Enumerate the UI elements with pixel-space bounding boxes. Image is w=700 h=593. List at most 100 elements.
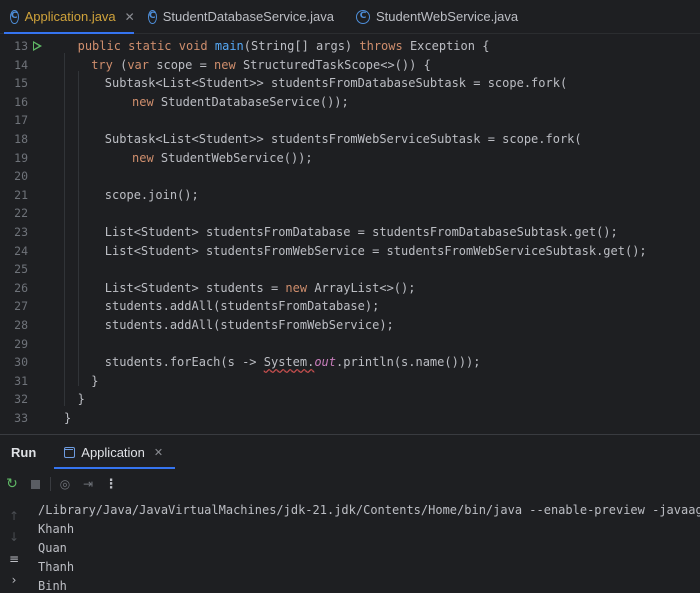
line-number: 18 — [14, 132, 28, 146]
code-token: StructuredTaskScope<>()) { — [235, 57, 431, 72]
line-number: 13 — [14, 39, 28, 53]
code-line[interactable]: 19 new StudentWebService()); — [0, 149, 700, 168]
code-token: main — [214, 39, 244, 53]
code-line[interactable]: 28 students.addAll(studentsFromWebService… — [0, 316, 700, 335]
line-number: 33 — [14, 411, 28, 425]
code-line[interactable]: 16 new StudentDatabaseService()); — [0, 93, 700, 112]
code-line[interactable]: 32} — [0, 390, 700, 409]
tab-application-java[interactable]: C Application.java ✕ — [0, 0, 138, 34]
run-gutter-icon[interactable] — [33, 41, 42, 51]
code-line[interactable]: 15 Subtask<List<Student>> studentsFromDat… — [0, 74, 700, 93]
more-vertical-icon[interactable]: ⋮ — [102, 475, 120, 493]
code-text: List<Student> students = new ArrayList<>… — [105, 279, 416, 298]
code-token: new — [214, 57, 236, 72]
code-token: throws — [359, 39, 403, 53]
run-header: Run Application ✕ — [0, 435, 700, 469]
close-icon[interactable]: ✕ — [125, 10, 135, 24]
code-line[interactable]: 22 — [0, 204, 700, 223]
code-line[interactable]: 23 List<Student> studentsFromDatabase = s… — [0, 223, 700, 242]
console-output[interactable]: /Library/Java/JavaVirtualMachines/jdk-21… — [38, 501, 700, 593]
code-token: Exception { — [402, 39, 490, 53]
java-class-icon: C — [148, 9, 157, 24]
code-line[interactable]: 18 Subtask<List<Student>> studentsFromWeb… — [0, 130, 700, 149]
code-text: new StudentDatabaseService()); — [132, 93, 349, 112]
code-token: new — [132, 150, 154, 165]
console-output-line: Khanh — [38, 522, 75, 536]
code-token: Subtask<List<Student>> studentsFromDatab… — [104, 76, 568, 91]
code-text: } — [78, 390, 85, 409]
code-token: List<Student> students = — [104, 280, 286, 295]
code-line[interactable]: 31} — [0, 372, 700, 391]
code-token: System. — [263, 355, 315, 370]
line-number: 20 — [14, 169, 28, 184]
tab-label: StudentWebService.java — [376, 9, 519, 24]
line-number: 15 — [14, 76, 28, 91]
code-token: new — [132, 94, 154, 109]
camera-icon[interactable]: ◎ — [56, 475, 74, 493]
arrow-up-icon[interactable]: ↑ — [6, 509, 22, 523]
code-token: students.addAll(studentsFromWebService); — [104, 318, 394, 332]
editor-tab-bar: C Application.java ✕ C StudentDatabaseSe… — [0, 0, 700, 34]
console-output-line: Binh — [38, 579, 67, 593]
tab-student-database-service[interactable]: C StudentDatabaseService.java — [138, 0, 346, 33]
tab-student-web-service[interactable]: C StudentWebService.java — [346, 0, 546, 33]
code-line[interactable]: 29 — [0, 335, 700, 354]
run-panel-title: Run — [11, 444, 37, 460]
code-token: public static void — [77, 39, 215, 53]
close-icon[interactable]: ✕ — [154, 446, 163, 459]
code-token: students.forEach(s -> — [104, 355, 264, 370]
code-line[interactable]: 17 — [0, 111, 700, 130]
line-number: 14 — [14, 57, 28, 72]
rerun-icon[interactable]: ↻ — [3, 475, 21, 493]
code-line[interactable]: 27 students.addAll(studentsFromDatabase); — [0, 297, 700, 316]
code-token: } — [64, 411, 72, 425]
console-command-line: /Library/Java/JavaVirtualMachines/jdk-21… — [38, 503, 700, 517]
code-text: new StudentWebService()); — [132, 149, 313, 168]
run-tab-application[interactable]: Application ✕ — [54, 435, 175, 469]
line-number: 21 — [14, 187, 28, 202]
code-text: Subtask<List<Student>> studentsFromWebSe… — [105, 130, 582, 149]
stop-icon[interactable] — [26, 475, 44, 493]
code-line[interactable]: 33} — [0, 409, 700, 428]
code-text: } — [64, 409, 71, 428]
code-line[interactable]: 30 students.forEach(s -> System.out.print… — [0, 353, 700, 372]
code-text: scope.join(); — [105, 186, 199, 205]
code-line[interactable]: 21 scope.join(); — [0, 186, 700, 205]
console-output-line: Quan — [38, 541, 67, 555]
code-editor[interactable]: 13 public static void main(String[] args)… — [0, 34, 700, 434]
code-token: scope.join(); — [104, 187, 199, 202]
tab-label: Application.java — [24, 9, 116, 24]
line-number: 32 — [14, 392, 28, 407]
exit-icon[interactable]: ⇥ — [79, 475, 97, 493]
soft-wrap-icon[interactable]: ≡ — [6, 552, 22, 566]
code-text: List<Student> studentsFromWebService = s… — [105, 242, 647, 261]
line-number: 22 — [14, 206, 28, 221]
code-line[interactable]: 26 List<Student> students = new ArrayList… — [0, 279, 700, 298]
code-line[interactable]: 14 try (var scope = new StructuredTaskSco… — [0, 56, 700, 75]
code-text: } — [91, 372, 98, 391]
line-number: 29 — [14, 336, 28, 351]
code-line[interactable]: 20 — [0, 167, 700, 186]
line-number: 19 — [14, 150, 28, 165]
tab-label: StudentDatabaseService.java — [162, 9, 334, 24]
line-number: 26 — [14, 280, 28, 295]
toolbar-divider — [50, 477, 51, 491]
code-text: students.addAll(studentsFromWebService); — [105, 316, 394, 335]
code-text: List<Student> studentsFromDatabase = stu… — [105, 223, 618, 242]
java-class-icon: C — [356, 9, 370, 24]
chevron-right-icon[interactable]: › — [6, 573, 22, 587]
code-token: } — [91, 373, 99, 388]
code-token: StudentDatabaseService()); — [153, 94, 349, 109]
code-line[interactable]: 24 List<Student> studentsFromWebService =… — [0, 242, 700, 261]
run-toolbar: ↻ ◎ ⇥ ⋮ — [0, 473, 700, 495]
code-line[interactable]: 13 public static void main(String[] args)… — [0, 37, 700, 56]
run-tool-window: Run Application ✕ ↻ ◎ ⇥ ⋮ ↑ ↓ ≡ › /Libra… — [0, 434, 700, 593]
arrow-down-icon[interactable]: ↓ — [6, 530, 22, 544]
line-number: 23 — [14, 225, 28, 239]
line-number: 17 — [14, 113, 28, 128]
run-tab-label: Application — [81, 444, 145, 460]
code-line[interactable]: 25 — [0, 260, 700, 279]
code-text: try (var scope = new StructuredTaskScope… — [91, 56, 431, 75]
code-token: (String[] args) — [243, 39, 360, 53]
code-token: Subtask<List<Student>> studentsFromWebSe… — [104, 132, 582, 146]
